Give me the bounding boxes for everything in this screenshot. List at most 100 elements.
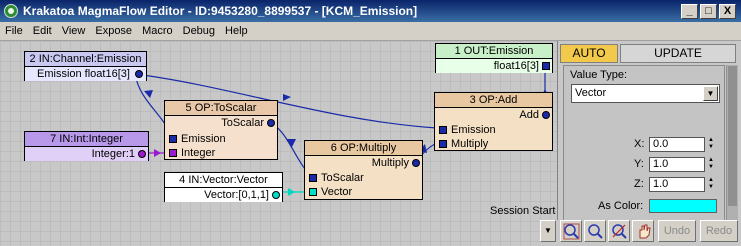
input-socket[interactable] [309, 174, 317, 182]
value-type-selected: Vector [575, 87, 607, 99]
wire-arrow [283, 94, 291, 101]
menu-edit[interactable]: Edit [28, 25, 57, 37]
close-button[interactable]: X [719, 3, 736, 19]
title-bar[interactable]: Krakatoa MagmaFlow Editor - ID:9453280_8… [0, 0, 741, 22]
value-type-dropdown[interactable]: Vector ▼ [571, 84, 720, 103]
port-label: Integer:1 [91, 148, 135, 160]
pan-icon [639, 224, 651, 239]
node-port-row: float16[3] [436, 59, 552, 73]
output-socket[interactable] [272, 191, 280, 199]
input-socket[interactable] [309, 188, 317, 196]
port-label: Emission [451, 124, 496, 136]
wire-arrow [154, 149, 161, 157]
y-spinner-arrows-icon[interactable]: ▲ ▼ [706, 157, 716, 172]
output-socket[interactable] [542, 111, 550, 119]
menu-debug[interactable]: Debug [178, 25, 220, 37]
port-label: Emission float16[3] [37, 68, 130, 80]
input-socket[interactable] [439, 126, 447, 134]
menu-help[interactable]: Help [220, 25, 253, 37]
tab-auto[interactable]: AUTO [560, 44, 618, 63]
node-out-emission[interactable]: 1 OUT:Emission float16[3] [435, 43, 553, 73]
color-swatch[interactable] [649, 199, 717, 213]
zoom-region-icon [612, 224, 627, 239]
input-socket[interactable] [542, 62, 550, 70]
menu-view[interactable]: View [57, 25, 91, 37]
window-title: Krakatoa MagmaFlow Editor - ID:9453280_8… [23, 4, 418, 18]
port-label: ToScalar [221, 117, 264, 129]
menu-bar: File Edit View Expose Macro Debug Help [0, 22, 741, 41]
node-input-row: ToScalar [305, 171, 422, 185]
port-label: Vector [321, 186, 353, 198]
node-port-row: Integer:1 [25, 147, 148, 161]
node-input-row: Multiply [435, 137, 552, 151]
node-in-channel-emission[interactable]: 2 IN:Channel:Emission Emission float16[3… [24, 51, 147, 81]
node-input-row: Emission [165, 132, 277, 146]
node-op-toscalar[interactable]: 5 OP:ToScalar ToScalar Emission Integer [164, 100, 278, 160]
minimize-button[interactable]: _ [681, 3, 698, 19]
node-op-multiply[interactable]: 6 OP:Multiply Multiply ToScalar Vector [304, 140, 423, 200]
tab-update[interactable]: UPDATE [620, 44, 736, 63]
node-in-vector[interactable]: 4 IN:Vector:Vector Vector:[0,1,1] [164, 172, 283, 202]
panel-scrollbar[interactable] [726, 65, 738, 246]
x-label: X: [634, 138, 645, 150]
session-dropdown-arrow[interactable]: ▼ [540, 220, 556, 242]
node-title: 2 IN:Channel:Emission [25, 52, 146, 67]
zoom-extents-icon [563, 223, 580, 240]
y-spinner-field[interactable]: 1.0 [649, 157, 705, 172]
flow-canvas[interactable]: 1 OUT:Emission float16[3] 2 IN:Channel:E… [0, 41, 557, 246]
z-label: Z: [634, 178, 644, 190]
session-start-label: Session Start [490, 205, 556, 217]
input-socket[interactable] [439, 140, 447, 148]
menu-expose[interactable]: Expose [90, 25, 137, 37]
node-output-row: Add [435, 108, 552, 122]
output-socket[interactable] [135, 70, 143, 78]
node-title: 4 IN:Vector:Vector [165, 173, 282, 188]
value-type-label: Value Type: [570, 69, 628, 81]
output-socket[interactable] [267, 119, 275, 127]
node-title: 1 OUT:Emission [436, 44, 552, 59]
wire-arrow [288, 188, 295, 196]
chevron-down-icon[interactable]: ▼ [703, 86, 718, 101]
node-input-row: Vector [305, 185, 422, 199]
x-spinner-field[interactable]: 0.0 [649, 137, 705, 152]
zoom-extents-button[interactable] [560, 220, 582, 242]
port-label: Multiply [371, 157, 409, 169]
pan-button[interactable] [632, 220, 654, 242]
node-port-row: Emission float16[3] [25, 67, 146, 81]
node-properties-rollout: Value Type: Vector ▼ X: 0.0 ▲ ▼ Y: 1.0 ▲ ▼… [563, 65, 725, 246]
zoom-region-button[interactable] [608, 220, 630, 242]
x-spinner-arrows-icon[interactable]: ▲ ▼ [706, 137, 716, 152]
node-in-int-integer[interactable]: 7 IN:Int:Integer Integer:1 [24, 131, 149, 161]
bottom-toolbar: ▼ Undo Redo [540, 220, 741, 246]
port-label: Multiply [451, 138, 489, 150]
node-title: 3 OP:Add [435, 93, 552, 108]
port-label: Add [519, 109, 539, 121]
scrollbar-thumb[interactable] [728, 66, 737, 206]
app-icon [4, 4, 18, 18]
node-op-add[interactable]: 3 OP:Add Add Emission Multiply [434, 92, 553, 151]
node-port-row: Vector:[0,1,1] [165, 188, 282, 202]
input-socket[interactable] [169, 135, 177, 143]
node-input-row: Emission [435, 123, 552, 137]
menu-macro[interactable]: Macro [137, 25, 178, 37]
as-color-label: As Color: [598, 200, 644, 212]
input-socket[interactable] [169, 149, 177, 157]
port-label: ToScalar [321, 172, 364, 184]
z-spinner-field[interactable]: 1.0 [649, 177, 705, 192]
output-socket[interactable] [412, 159, 420, 167]
port-label: Integer [181, 147, 216, 159]
z-spinner-arrows-icon[interactable]: ▲ ▼ [706, 177, 716, 192]
port-label: float16[3] [493, 60, 539, 72]
zoom-button[interactable] [584, 220, 606, 242]
node-output-row: Multiply [305, 156, 422, 170]
node-title: 7 IN:Int:Integer [25, 132, 148, 147]
port-label: Emission [181, 133, 226, 145]
node-title: 5 OP:ToScalar [165, 101, 277, 116]
undo-button[interactable]: Undo [658, 220, 696, 242]
output-socket[interactable] [138, 150, 146, 158]
properties-panel: AUTO UPDATE Value Type: Vector ▼ X: 0.0 … [557, 41, 741, 246]
y-label: Y: [634, 158, 644, 170]
maximize-button[interactable]: □ [700, 3, 717, 19]
redo-button[interactable]: Redo [700, 220, 738, 242]
menu-file[interactable]: File [0, 25, 28, 37]
